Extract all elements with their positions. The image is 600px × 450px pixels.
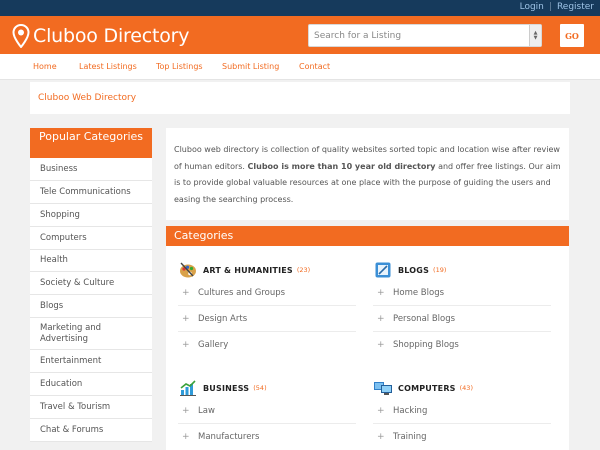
subcategory-label: Training xyxy=(393,432,427,442)
sidebar-item-health[interactable]: Health xyxy=(30,250,152,272)
plus-icon: + xyxy=(377,432,385,442)
subcategory-label: Home Blogs xyxy=(393,287,445,298)
sidebar-item-computers[interactable]: Computers xyxy=(30,227,152,250)
login-link[interactable]: Login xyxy=(520,2,544,12)
subcategory-label: Hacking xyxy=(393,405,428,416)
plus-icon: + xyxy=(182,313,190,324)
category-title-row[interactable]: COMPUTERS (43) xyxy=(373,378,551,398)
sidebar-item-society-culture[interactable]: Society & Culture xyxy=(30,272,152,295)
site-header: Cluboo Directory ▲ ▼ GO xyxy=(0,16,600,54)
sidebar-item-shopping[interactable]: Shopping xyxy=(30,204,152,227)
plus-icon: + xyxy=(377,340,385,350)
nav-latest-listings[interactable]: Latest Listings xyxy=(79,62,137,71)
location-pin-icon xyxy=(12,24,30,48)
sidebar-item-education[interactable]: Education xyxy=(30,373,152,396)
subcategory-link[interactable]: + Cultures and Groups xyxy=(178,280,356,306)
art-palette-icon xyxy=(178,260,198,280)
subcategory-link[interactable]: + Manufacturers xyxy=(178,424,356,450)
subcategory-link[interactable]: + Home Blogs xyxy=(373,280,551,306)
subcategory-label: Design Arts xyxy=(198,313,248,324)
subcategory-link[interactable]: + Hacking xyxy=(373,398,551,424)
nav-submit-listing[interactable]: Submit Listing xyxy=(222,62,279,71)
computers-monitor-icon xyxy=(373,378,393,398)
subcategory-link[interactable]: + Shopping Blogs xyxy=(373,332,551,358)
subcategory-label: Law xyxy=(198,405,215,416)
breadcrumb: Cluboo Web Directory xyxy=(30,82,570,114)
category-count: (23) xyxy=(296,266,311,274)
search-input[interactable] xyxy=(309,25,531,46)
main-nav: Home Latest Listings Top Listings Submit… xyxy=(0,54,600,80)
categories-panel: Categories ART & HUMANITIES (23) + Cultur… xyxy=(166,226,569,450)
subcategory-link[interactable]: + Design Arts xyxy=(178,306,356,332)
subcategory-link[interactable]: + Training xyxy=(373,424,551,450)
plus-icon: + xyxy=(377,405,385,416)
plus-icon: + xyxy=(182,340,190,350)
category-name: BUSINESS xyxy=(203,383,250,393)
sidebar-item-business[interactable]: Business xyxy=(30,158,152,181)
search-box: ▲ ▼ xyxy=(308,24,542,47)
subcategory-label: Gallery xyxy=(198,340,229,350)
description-highlight: Cluboo is more than 10 year old director… xyxy=(247,161,436,171)
subcategory-link[interactable]: + Gallery xyxy=(178,332,356,358)
search-dropdown-toggle[interactable]: ▲ ▼ xyxy=(529,25,541,46)
sidebar-title: Popular Categories xyxy=(30,128,152,158)
register-link[interactable]: Register xyxy=(557,2,594,12)
logo-text: Cluboo Directory xyxy=(33,25,190,47)
category-title-row[interactable]: ART & HUMANITIES (23) xyxy=(178,260,356,280)
category-count: (19) xyxy=(433,266,447,274)
category-name: ART & HUMANITIES xyxy=(203,265,293,275)
category-count: (54) xyxy=(253,384,267,392)
sidebar-item-travel-tourism[interactable]: Travel & Tourism xyxy=(30,396,152,419)
top-bar: Login | Register xyxy=(0,0,600,16)
subcategory-link[interactable]: + Law xyxy=(178,398,356,424)
category-name: BLOGS xyxy=(398,265,430,275)
site-logo[interactable]: Cluboo Directory xyxy=(12,24,190,48)
subcategory-label: Personal Blogs xyxy=(393,313,456,324)
sidebar-item-blogs[interactable]: Blogs xyxy=(30,295,152,318)
category-business: BUSINESS (54) + Law + Manufacturers xyxy=(178,378,356,450)
category-blogs: BLOGS (19) + Home Blogs + Personal Blogs +… xyxy=(373,260,551,358)
blog-notepad-icon xyxy=(373,260,393,280)
subcategory-link[interactable]: + Personal Blogs xyxy=(373,306,551,332)
plus-icon: + xyxy=(377,313,385,324)
category-title-row[interactable]: BUSINESS (54) xyxy=(178,378,356,398)
categories-title: Categories xyxy=(166,226,569,246)
account-link-separator: | xyxy=(548,2,552,12)
category-title-row[interactable]: BLOGS (19) xyxy=(373,260,551,280)
nav-top-listings[interactable]: Top Listings xyxy=(156,62,203,71)
account-links: Login | Register xyxy=(520,2,594,12)
plus-icon: + xyxy=(182,287,190,298)
subcategory-label: Manufacturers xyxy=(198,432,260,442)
sidebar-item-entertainment[interactable]: Entertainment xyxy=(30,350,152,373)
business-chart-icon xyxy=(178,378,198,398)
directory-description: Cluboo web directory is collection of qu… xyxy=(166,128,569,220)
subcategory-label: Cultures and Groups xyxy=(198,287,286,298)
plus-icon: + xyxy=(182,432,190,442)
sidebar-item-chat-forums[interactable]: Chat & Forums xyxy=(30,419,152,442)
category-art-humanities: ART & HUMANITIES (23) + Cultures and Grou… xyxy=(178,260,356,358)
go-button[interactable]: GO xyxy=(560,24,584,47)
nav-home[interactable]: Home xyxy=(33,62,57,71)
category-count: (43) xyxy=(459,384,473,392)
sidebar-item-tele-communications[interactable]: Tele Communications xyxy=(30,181,152,204)
subcategory-label: Shopping Blogs xyxy=(393,340,459,350)
sidebar-item-marketing-advertising[interactable]: Marketing and Advertising xyxy=(30,318,152,350)
category-computers: COMPUTERS (43) + Hacking + Training xyxy=(373,378,551,450)
plus-icon: + xyxy=(377,287,385,298)
plus-icon: + xyxy=(182,405,190,416)
nav-contact[interactable]: Contact xyxy=(299,62,330,71)
category-name: COMPUTERS xyxy=(398,383,456,393)
chevron-down-icon: ▼ xyxy=(533,34,538,41)
sidebar-category-list: Business Tele Communications Shopping Co… xyxy=(30,158,152,442)
breadcrumb-current[interactable]: Cluboo Web Directory xyxy=(38,93,136,103)
